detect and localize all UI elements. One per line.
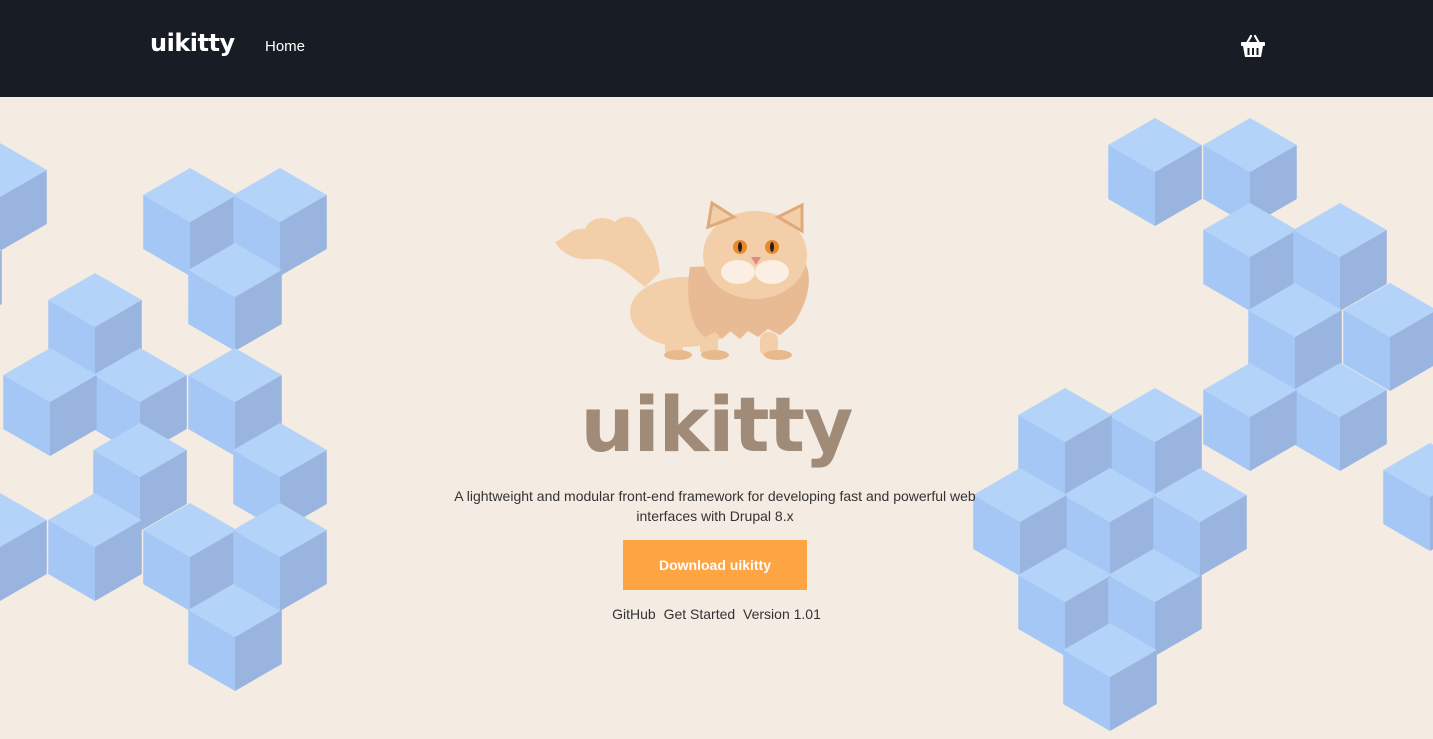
download-button[interactable]: Download uikitty	[623, 540, 807, 590]
cat-illustration	[555, 200, 809, 360]
hero-title: uikitty	[580, 380, 854, 469]
basket-icon[interactable]	[1240, 34, 1266, 60]
github-link[interactable]: GitHub	[612, 606, 656, 622]
brand-logo[interactable]: uikitty	[150, 29, 235, 57]
hero-tagline: A lightweight and modular front-end fram…	[454, 488, 976, 524]
hero-section: uikitty A lightweight and modular front-…	[0, 97, 1433, 739]
nav-home-link[interactable]: Home	[265, 38, 305, 55]
hero-links: GitHub Get Started Version 1.01	[0, 606, 1433, 622]
get-started-link[interactable]: Get Started	[664, 606, 736, 622]
version-label: Version 1.01	[743, 606, 821, 622]
top-navbar: uikitty Home	[0, 0, 1433, 97]
